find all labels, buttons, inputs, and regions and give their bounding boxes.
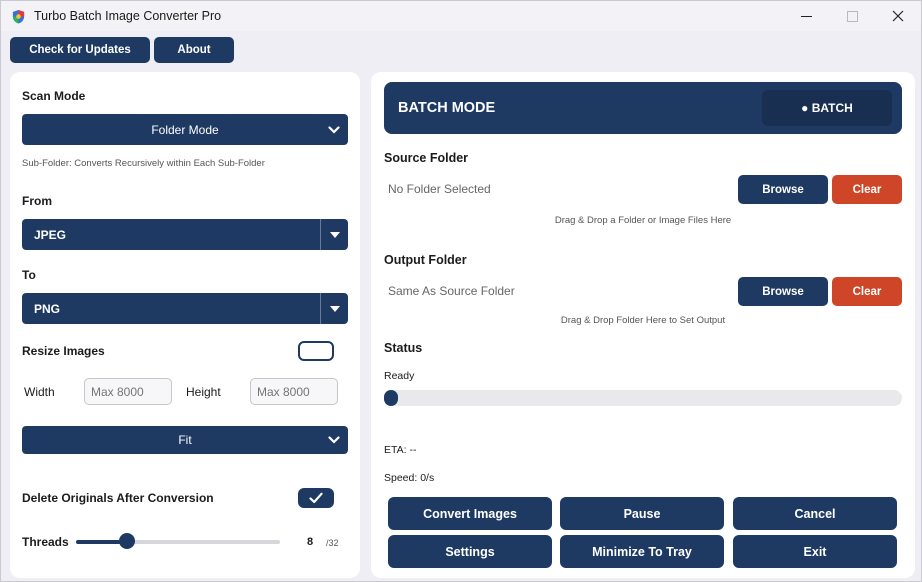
source-clear-button[interactable]: Clear — [832, 175, 902, 204]
conversion-panel: BATCH MODE ● BATCH Source Folder No Fold… — [371, 72, 915, 578]
mode-title: BATCH MODE — [398, 100, 496, 116]
scan-mode-value: Folder Mode — [151, 122, 219, 137]
output-folder-path: Same As Source Folder — [388, 284, 515, 298]
maximize-window-button[interactable] — [829, 1, 875, 31]
output-browse-button[interactable]: Browse — [738, 277, 828, 306]
title-bar: Turbo Batch Image Converter Pro — [1, 1, 921, 31]
from-format-value: JPEG — [34, 227, 67, 242]
output-drop-hint: Drag & Drop Folder Here to Set Output — [560, 315, 726, 326]
settings-button[interactable]: Settings — [388, 535, 552, 568]
to-format-value: PNG — [34, 301, 61, 316]
scan-mode-label: Scan Mode — [22, 89, 86, 103]
scan-mode-dropdown[interactable]: Folder Mode — [22, 114, 348, 145]
pause-button[interactable]: Pause — [560, 497, 724, 530]
resize-fit-dropdown[interactable]: Fit — [22, 426, 348, 454]
output-folder-label: Output Folder — [384, 253, 467, 267]
minimize-window-button[interactable] — [783, 1, 829, 31]
settings-panel: Scan Mode Folder Mode Sub-Folder: Conver… — [10, 72, 360, 578]
minimize-icon — [800, 15, 812, 17]
close-icon — [892, 10, 904, 22]
threads-slider-thumb[interactable] — [119, 533, 135, 549]
about-button[interactable]: About — [154, 37, 234, 63]
output-clear-button[interactable]: Clear — [832, 277, 902, 306]
window-title: Turbo Batch Image Converter Pro — [34, 9, 222, 23]
caret-down-icon — [329, 231, 340, 238]
minimize-to-tray-button[interactable]: Minimize To Tray — [560, 535, 724, 568]
threads-label: Threads — [22, 535, 69, 549]
threads-value: 8 — [307, 536, 314, 548]
check-for-updates-button[interactable]: Check for Updates — [10, 37, 150, 63]
progress-bar-fill — [384, 390, 398, 406]
mode-banner: BATCH MODE ● BATCH — [384, 82, 902, 134]
to-label: To — [22, 268, 36, 282]
width-label: Width — [24, 385, 55, 399]
maximize-icon — [846, 10, 858, 22]
delete-originals-label: Delete Originals After Conversion — [22, 491, 214, 505]
from-format-select[interactable]: JPEG — [22, 219, 348, 250]
resize-images-checkbox[interactable] — [298, 341, 334, 361]
chevron-down-icon — [328, 125, 340, 134]
scan-mode-hint: Sub-Folder: Converts Recursively within … — [22, 158, 265, 169]
threads-max: /32 — [326, 538, 339, 548]
height-label: Height — [186, 385, 221, 399]
exit-button[interactable]: Exit — [733, 535, 897, 568]
close-window-button[interactable] — [875, 1, 921, 31]
source-folder-path: No Folder Selected — [388, 182, 491, 196]
app-logo-icon — [12, 9, 25, 24]
caret-down-icon — [329, 305, 340, 312]
width-input[interactable] — [84, 378, 172, 405]
status-value: Ready — [384, 370, 415, 382]
height-input[interactable] — [250, 378, 338, 405]
chevron-down-icon — [328, 436, 340, 444]
convert-images-button[interactable]: Convert Images — [388, 497, 552, 530]
cancel-button[interactable]: Cancel — [733, 497, 897, 530]
speed-text: Speed: 0/s — [384, 472, 435, 484]
checkmark-icon — [309, 492, 323, 504]
to-dropdown-arrow[interactable] — [320, 293, 348, 324]
resize-images-label: Resize Images — [22, 344, 105, 358]
app-window: Turbo Batch Image Converter Pro Check fo… — [0, 0, 922, 582]
resize-fit-value: Fit — [178, 433, 192, 447]
source-folder-label: Source Folder — [384, 151, 469, 165]
from-label: From — [22, 194, 52, 208]
batch-mode-toggle[interactable]: ● BATCH — [762, 90, 892, 126]
progress-bar — [384, 390, 902, 406]
status-label: Status — [384, 341, 423, 355]
source-browse-button[interactable]: Browse — [738, 175, 828, 204]
eta-text: ETA: -- — [384, 444, 417, 456]
source-drop-hint: Drag & Drop a Folder or Image Files Here — [554, 215, 732, 226]
delete-originals-checkbox[interactable] — [298, 488, 334, 508]
to-format-select[interactable]: PNG — [22, 293, 348, 324]
from-dropdown-arrow[interactable] — [320, 219, 348, 250]
